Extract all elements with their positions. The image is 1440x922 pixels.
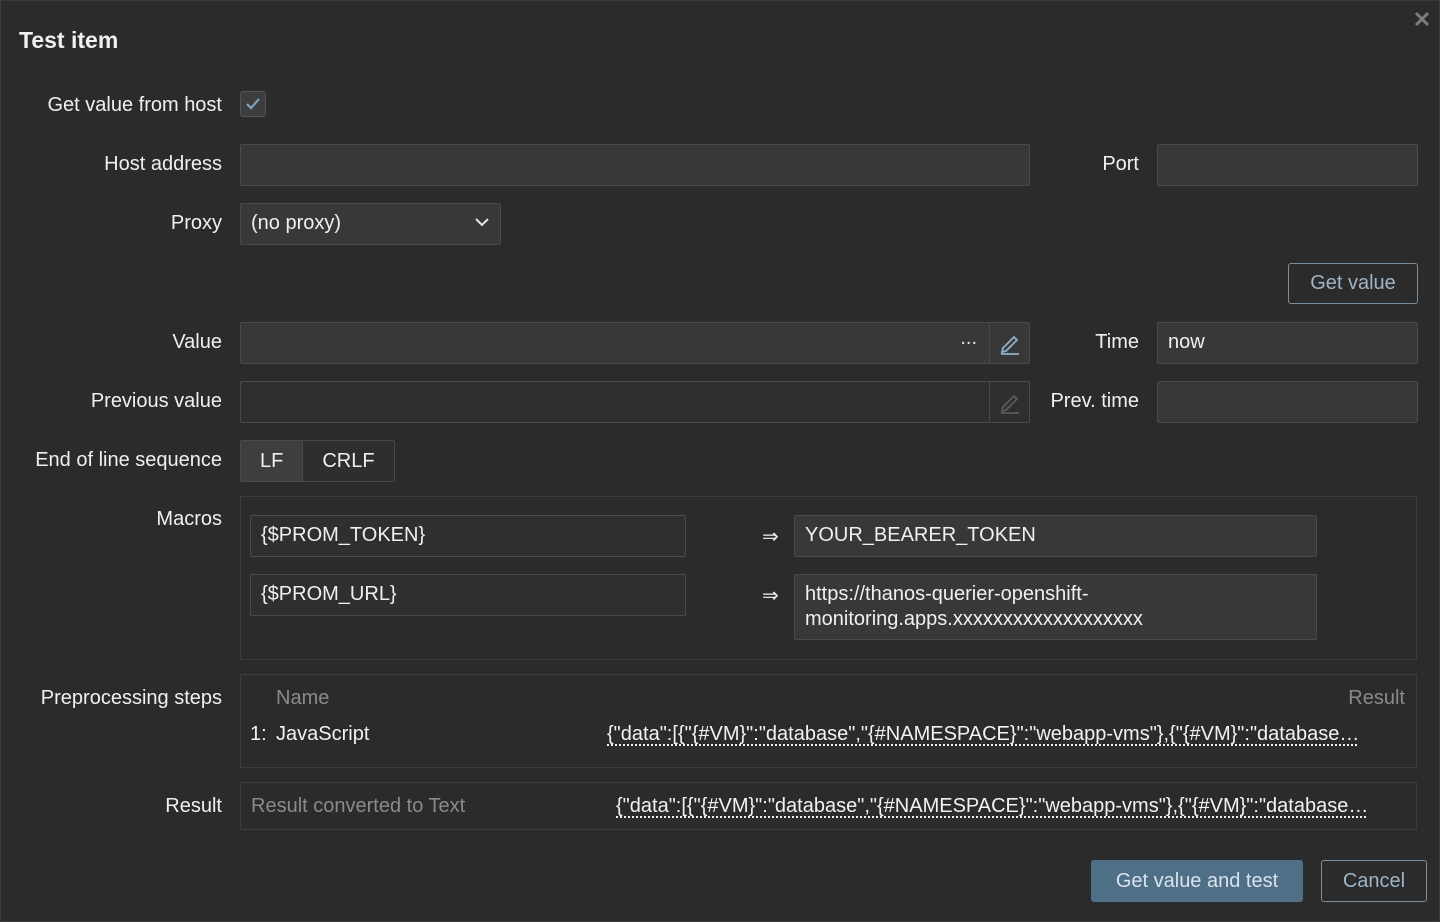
preprocessing-header-result: Result [1348, 687, 1405, 709]
result-placeholder: Result converted to Text [251, 795, 466, 817]
pencil-icon [1000, 335, 1019, 355]
macros-label: Macros [156, 508, 222, 530]
prev-time-label: Prev. time [1050, 390, 1139, 412]
preprocessing-step-name: JavaScript [276, 723, 370, 745]
value-edit-button[interactable] [989, 323, 1029, 363]
proxy-label: Proxy [170, 212, 222, 234]
eol-option-lf[interactable]: LF [241, 441, 303, 481]
chevron-down-icon [474, 204, 490, 255]
result-label: Result [165, 795, 222, 817]
eol-label: End of line sequence [35, 449, 222, 471]
preprocessing-label: Preprocessing steps [40, 687, 222, 709]
previous-value-edit-button [989, 382, 1029, 422]
value-label: Value [172, 331, 222, 353]
get-value-button[interactable]: Get value [1288, 263, 1418, 304]
macro-value-input[interactable]: https://thanos-querier-openshift- monito… [794, 574, 1317, 640]
macro-value-line: https://thanos-querier-openshift- [805, 583, 1089, 605]
preprocessing-header-name: Name [276, 687, 330, 709]
checkmark-icon [246, 98, 260, 110]
eol-option-crlf[interactable]: CRLF [302, 441, 394, 481]
macro-name-input: {$PROM_TOKEN} [250, 515, 686, 557]
eol-segmented-control: LF CRLF [240, 440, 395, 482]
preprocessing-step-index: 1: [250, 723, 267, 745]
macro-arrow: ⇒ [762, 526, 779, 548]
previous-value-input[interactable] [240, 381, 1030, 423]
get-value-and-test-button[interactable]: Get value and test [1091, 860, 1303, 902]
dialog-title: Test item [19, 27, 119, 53]
port-input[interactable] [1157, 144, 1418, 186]
port-label: Port [1102, 153, 1139, 175]
value-input[interactable]: ... [240, 322, 1030, 364]
value-ellipsis: ... [960, 327, 977, 349]
result-value[interactable]: {"data":[{"{#VM}":"database","{#NAMESPAC… [616, 795, 1408, 818]
get-value-from-host-checkbox[interactable] [240, 91, 266, 117]
prev-time-input[interactable] [1157, 381, 1418, 423]
pencil-icon [1000, 394, 1019, 414]
time-label: Time [1095, 331, 1139, 353]
cancel-button[interactable]: Cancel [1321, 860, 1427, 902]
macro-arrow: ⇒ [762, 585, 779, 607]
macro-value-line: monitoring.apps.xxxxxxxxxxxxxxxxxxx [805, 608, 1143, 630]
time-input[interactable]: now [1157, 322, 1418, 364]
test-item-dialog: Test item Get value from host Host addre… [0, 0, 1440, 922]
preprocessing-panel [240, 674, 1417, 768]
previous-value-label: Previous value [90, 390, 222, 412]
proxy-selected-value: (no proxy) [251, 212, 342, 234]
proxy-select[interactable]: (no proxy) [240, 203, 501, 245]
host-address-label: Host address [104, 153, 222, 175]
get-value-from-host-label: Get value from host [47, 94, 222, 116]
close-icon[interactable] [1411, 9, 1433, 31]
macro-value-input[interactable]: YOUR_BEARER_TOKEN [794, 515, 1317, 557]
result-panel: Result converted to Text {"data":[{"{#VM… [240, 782, 1417, 830]
host-address-input[interactable] [240, 144, 1030, 186]
preprocessing-step-result[interactable]: {"data":[{"{#VM}":"database","{#NAMESPAC… [607, 723, 1399, 746]
macro-name-input: {$PROM_URL} [250, 574, 686, 616]
